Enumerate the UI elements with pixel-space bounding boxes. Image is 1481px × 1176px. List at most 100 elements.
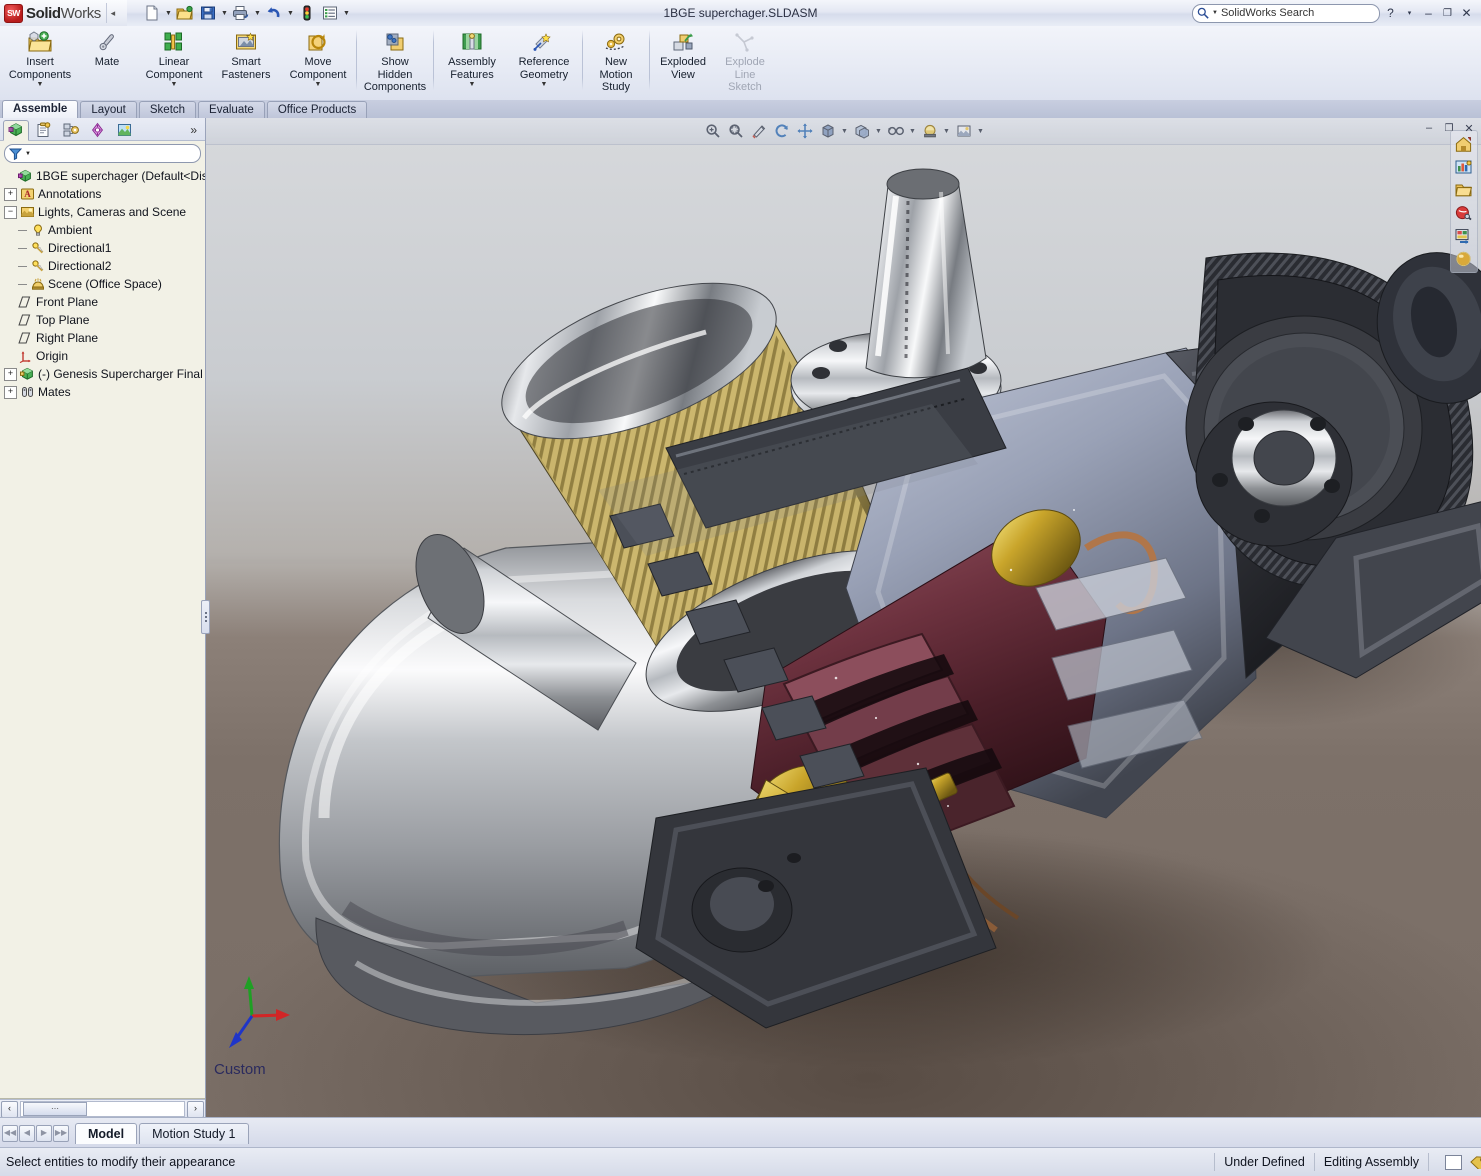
view-settings-caret-icon[interactable]: ▼ (976, 128, 985, 135)
tab-office-products[interactable]: Office Products (267, 101, 367, 118)
rotate-view-icon[interactable] (771, 121, 792, 141)
previous-view-icon[interactable] (748, 121, 769, 141)
help-caret-icon[interactable]: ▾ (1401, 4, 1418, 22)
configuration-manager-tab[interactable] (57, 120, 83, 141)
tree-toggle-collapse[interactable]: − (4, 206, 17, 219)
chevron-down-icon[interactable]: ▼ (315, 81, 322, 89)
hide-show-items-icon[interactable] (885, 121, 906, 141)
tree-toggle-expand[interactable]: + (4, 188, 17, 201)
scroll-track[interactable]: ⋯ (20, 1101, 185, 1117)
close-button[interactable]: ✕ (1458, 4, 1475, 22)
restore-button[interactable]: ❐ (1439, 4, 1456, 22)
first-tab-button[interactable]: ◀◀ (2, 1125, 18, 1142)
view-orientation-caret-icon[interactable]: ▼ (840, 128, 849, 135)
chevron-down-icon[interactable]: ▼ (469, 81, 476, 89)
zoom-to-fit-icon[interactable] (702, 121, 723, 141)
open-folder-icon[interactable] (1452, 179, 1474, 201)
display-style-icon[interactable] (851, 121, 872, 141)
appearances-home-icon[interactable] (1452, 133, 1474, 155)
graphics-area[interactable]: ▼ ▼ ▼ ▼ ▼ – ❐ ✕ (206, 118, 1481, 1118)
tree-item-right-plane[interactable]: Right Plane (2, 329, 205, 347)
document-minimize-button[interactable]: – (1421, 120, 1437, 136)
save-icon[interactable] (197, 2, 219, 24)
tab-evaluate[interactable]: Evaluate (198, 101, 265, 118)
ribbon-smart-fasteners[interactable]: Smart Fasteners (210, 26, 282, 96)
rebuild-traffic-icon[interactable] (296, 2, 318, 24)
tree-item-mates[interactable]: + Mates (2, 383, 205, 401)
tree-item-directional1[interactable]: Directional1 (2, 239, 205, 257)
menu-expand-arrow-icon[interactable]: ◂ (106, 3, 119, 23)
tab-motion-study-1[interactable]: Motion Study 1 (139, 1123, 248, 1144)
scroll-thumb[interactable]: ⋯ (23, 1102, 87, 1116)
apply-scene-icon[interactable] (919, 121, 940, 141)
scroll-right-button[interactable]: › (187, 1101, 204, 1118)
supercharger-assembly-model[interactable] (206, 118, 1481, 1118)
filter-caret-icon[interactable]: ▼ (25, 151, 31, 157)
display-manager-tab[interactable] (111, 120, 137, 141)
tree-item-ambient[interactable]: Ambient (2, 221, 205, 239)
dimxpert-manager-tab[interactable] (84, 120, 110, 141)
tab-sketch[interactable]: Sketch (139, 101, 196, 118)
ribbon-assembly-features[interactable]: Assembly Features ▼ (436, 26, 508, 96)
tree-toggle-expand[interactable]: + (4, 386, 17, 399)
tab-assemble[interactable]: Assemble (2, 100, 78, 118)
tree-item-origin[interactable]: Origin (2, 347, 205, 365)
open-folder-icon[interactable] (174, 2, 196, 24)
chevron-down-icon[interactable]: ▼ (541, 81, 548, 89)
ribbon-exploded-view[interactable]: Exploded View (652, 26, 714, 96)
view-orientation-icon[interactable] (817, 121, 838, 141)
options-caret-icon[interactable]: ▼ (342, 10, 351, 17)
print-icon[interactable] (230, 2, 252, 24)
undo-icon[interactable] (263, 2, 285, 24)
chevron-down-icon[interactable]: ▼ (37, 81, 44, 89)
ribbon-new-motion-study[interactable]: New Motion Study (585, 26, 647, 96)
tree-item-genesis-supercharger-final[interactable]: + (-) Genesis Supercharger Final (2, 365, 205, 383)
tag-icon[interactable] (1470, 1155, 1481, 1169)
scroll-left-button[interactable]: ‹ (1, 1101, 18, 1118)
display-style-caret-icon[interactable]: ▼ (874, 128, 883, 135)
tab-layout[interactable]: Layout (80, 101, 137, 118)
document-restore-button[interactable]: ❐ (1441, 120, 1457, 136)
status-overwrite-indicator[interactable] (1445, 1155, 1462, 1170)
new-document-icon[interactable] (141, 2, 163, 24)
print-caret-icon[interactable]: ▼ (253, 10, 262, 17)
ribbon-show-hidden-components[interactable]: Show Hidden Components (359, 26, 431, 96)
feature-tree-filter-input[interactable]: ▼ (4, 144, 201, 163)
panel-splitter-handle[interactable] (201, 600, 210, 634)
feature-tree-horizontal-scrollbar[interactable]: ‹ ⋯ › (0, 1099, 205, 1118)
scenes-library-icon[interactable] (1452, 156, 1474, 178)
ribbon-reference-geometry[interactable]: Reference Geometry ▼ (508, 26, 580, 96)
decals-icon[interactable] (1452, 202, 1474, 224)
ribbon-linear-component-pattern[interactable]: Linear Component ▼ (138, 26, 210, 96)
last-tab-button[interactable]: ▶▶ (53, 1125, 69, 1142)
save-caret-icon[interactable]: ▼ (220, 10, 229, 17)
hide-show-caret-icon[interactable]: ▼ (908, 128, 917, 135)
property-manager-tab[interactable] (30, 120, 56, 141)
copy-appearance-icon[interactable] (1452, 225, 1474, 247)
minimize-button[interactable]: – (1420, 4, 1437, 22)
apply-scene-caret-icon[interactable]: ▼ (942, 128, 951, 135)
next-tab-button[interactable]: ▶ (36, 1125, 52, 1142)
zoom-to-area-icon[interactable] (725, 121, 746, 141)
feature-manager-tab[interactable] (3, 120, 29, 141)
tab-model[interactable]: Model (75, 1123, 137, 1144)
tree-item-annotations[interactable]: + A Annotations (2, 185, 205, 203)
tree-item-directional2[interactable]: Directional2 (2, 257, 205, 275)
tree-item-lights-cameras-scene[interactable]: − Lights, Cameras and Scene (2, 203, 205, 221)
tree-toggle-expand[interactable]: + (4, 368, 17, 381)
tree-item-front-plane[interactable]: Front Plane (2, 293, 205, 311)
ribbon-move-component[interactable]: Move Component ▼ (282, 26, 354, 96)
tree-item-scene[interactable]: Scene (Office Space) (2, 275, 205, 293)
new-document-caret-icon[interactable]: ▼ (164, 10, 173, 17)
help-button[interactable]: ? (1382, 4, 1399, 22)
pan-view-icon[interactable] (794, 121, 815, 141)
ribbon-insert-components[interactable]: Insert Components ▼ (4, 26, 76, 96)
tree-item-assembly-root[interactable]: 1BGE superchager (Default<Displa (2, 167, 205, 185)
appearance-sphere-icon[interactable] (1452, 248, 1474, 270)
ribbon-mate[interactable]: Mate (76, 26, 138, 96)
previous-tab-button[interactable]: ◀ (19, 1125, 35, 1142)
document-close-button[interactable]: ✕ (1461, 120, 1477, 136)
search-dropdown-caret-icon[interactable]: ▼ (1212, 10, 1218, 16)
search-input[interactable]: ▼ SolidWorks Search (1192, 4, 1380, 23)
chevron-down-icon[interactable]: ▼ (171, 81, 178, 89)
